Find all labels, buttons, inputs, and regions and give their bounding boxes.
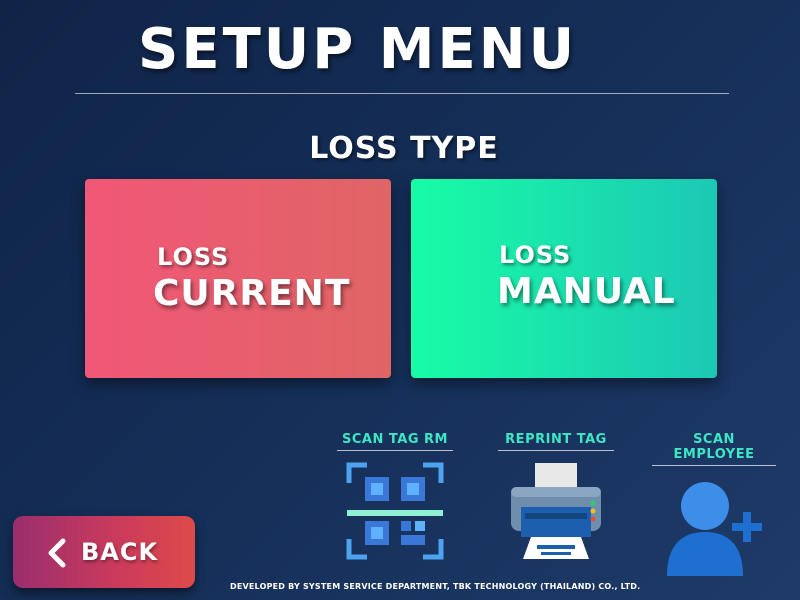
back-button[interactable]: BACK [13, 516, 195, 588]
scan-employee-button[interactable]: SCAN EMPLOYEE [652, 432, 776, 578]
loss-current-line2: CURRENT [153, 273, 351, 314]
loss-manual-line1: LOSS [499, 241, 572, 269]
scan-tag-rm-label: SCAN TAG RM [337, 432, 453, 451]
scan-tag-rm-button[interactable]: SCAN TAG RM [337, 432, 453, 563]
loss-manual-line2: MANUAL [497, 271, 676, 312]
loss-current-line1: LOSS [157, 243, 230, 271]
add-user-icon [667, 482, 762, 576]
chevron-left-icon [48, 538, 66, 568]
title-divider [75, 93, 729, 94]
printer-icon [511, 463, 601, 559]
footer-credit: DEVELOPED BY SYSTEM SERVICE DEPARTMENT, … [230, 582, 641, 591]
back-label: BACK [81, 538, 159, 566]
loss-manual-button[interactable]: LOSS MANUAL [411, 179, 717, 378]
section-title: LOSS TYPE [309, 131, 499, 166]
reprint-tag-label: REPRINT TAG [498, 432, 614, 451]
page-title: SETUP MENU [138, 17, 578, 82]
loss-current-button[interactable]: LOSS CURRENT [85, 179, 391, 378]
qr-scan-icon [346, 462, 444, 560]
reprint-tag-button[interactable]: REPRINT TAG [498, 432, 614, 563]
scan-employee-label: SCAN EMPLOYEE [652, 432, 776, 466]
